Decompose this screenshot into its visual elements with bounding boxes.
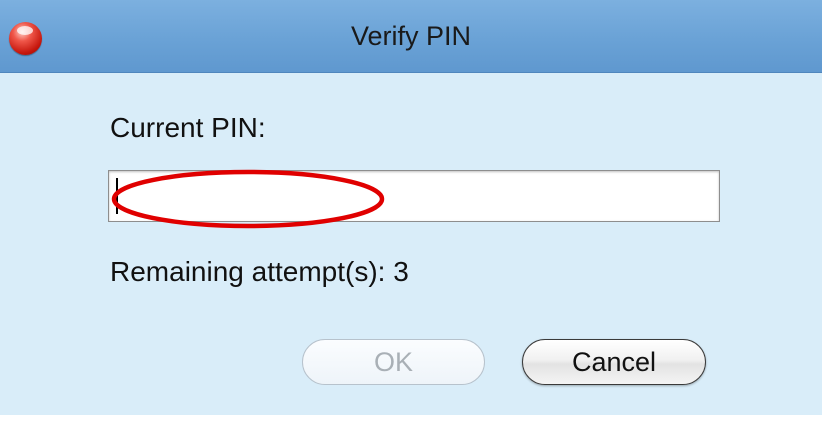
remaining-attempts-text: Remaining attempt(s): 3 [110, 256, 409, 287]
text-cursor [116, 178, 118, 214]
title-bar: Verify PIN [0, 0, 822, 73]
cancel-button[interactable]: Cancel [522, 339, 706, 385]
ok-button[interactable]: OK [302, 339, 485, 385]
current-pin-input[interactable] [108, 170, 720, 222]
current-pin-label: Current PIN: [110, 112, 266, 143]
verify-pin-dialog: Verify PIN Current PIN: Remaining attemp… [0, 0, 822, 415]
dialog-title: Verify PIN [350, 21, 472, 51]
